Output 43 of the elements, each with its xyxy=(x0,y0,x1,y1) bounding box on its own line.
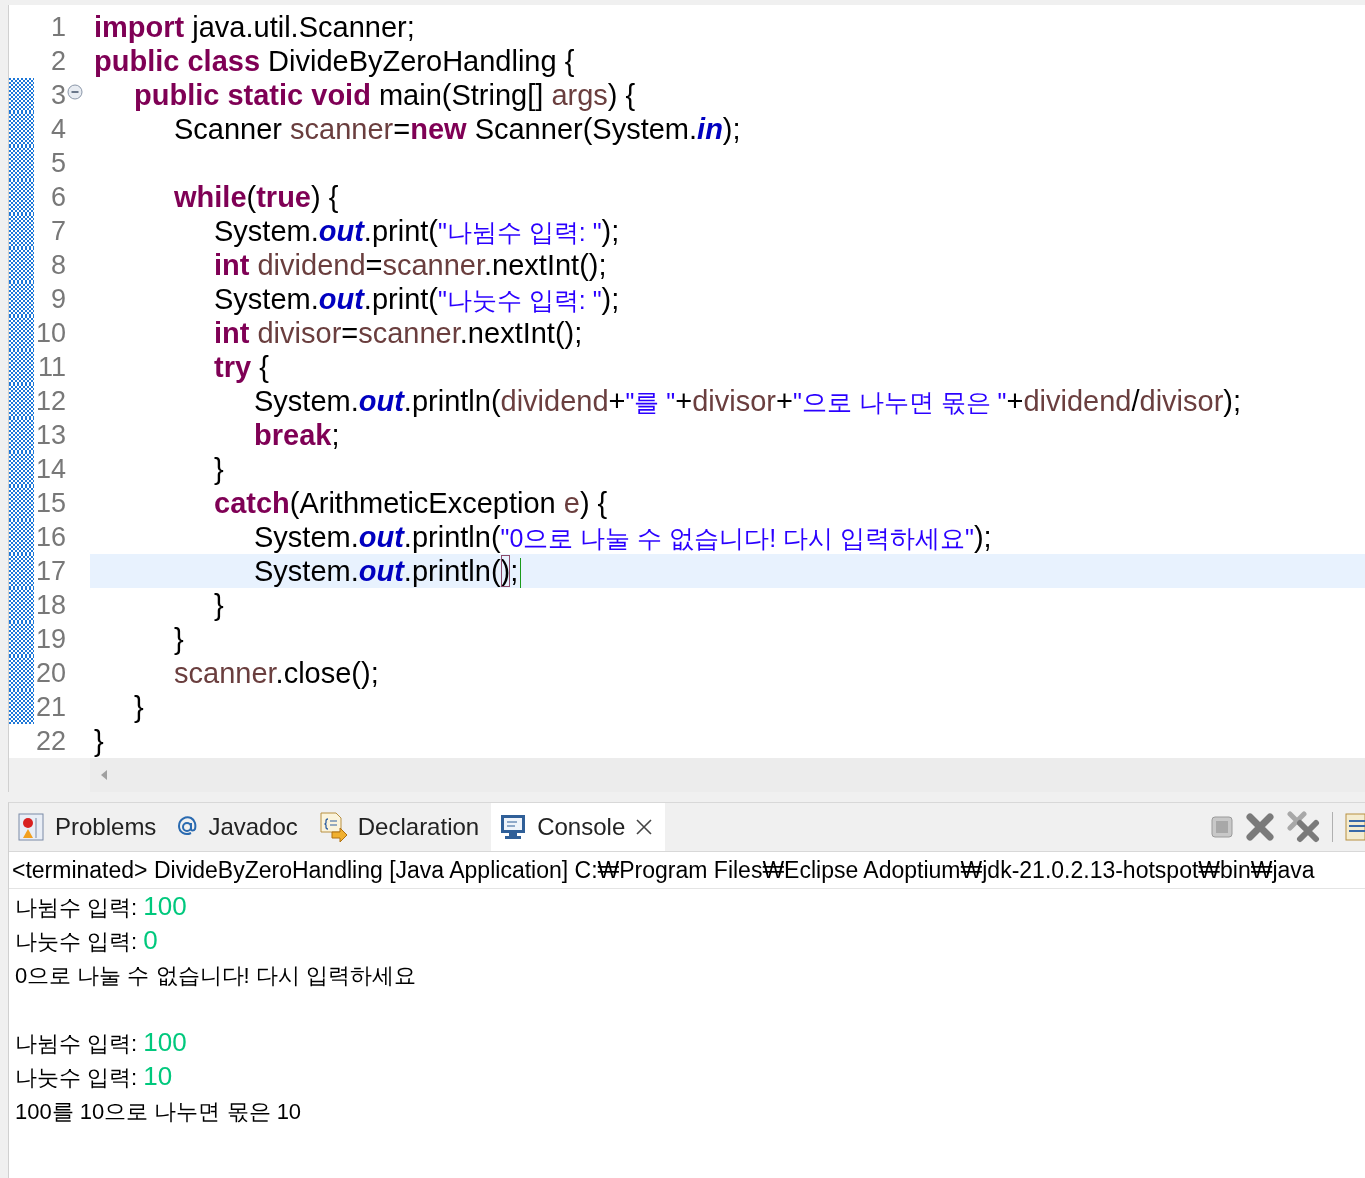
code-line: } xyxy=(213,452,224,486)
code-editor[interactable] xyxy=(8,5,1365,792)
code-line: System.out.println(dividend+"를 "+divisor+"으로 나누면 몫은 "+dividend/divisor); xyxy=(253,384,1242,418)
code-line: int divisor=scanner.nextInt(); xyxy=(213,316,583,350)
panel-tab[interactable]: Javadoc xyxy=(168,803,310,851)
code-line: } xyxy=(133,690,144,724)
console-line: 나뉨수 입력: 100 xyxy=(15,891,187,921)
code-line: Scanner scanner=new Scanner(System.in); xyxy=(173,112,741,146)
panel-tab[interactable]: Console xyxy=(491,803,666,851)
code-line: scanner.close(); xyxy=(173,656,379,690)
declaration-icon xyxy=(317,811,348,843)
scroll-left-icon[interactable] xyxy=(100,769,108,781)
code-line: System.out.println("0으로 나눌 수 없습니다! 다시 입력하세요"); xyxy=(253,520,992,554)
console-line: 나눗수 입력: 0 xyxy=(15,925,158,955)
console-line: 나뉨수 입력: 100 xyxy=(15,1027,187,1057)
panel-tab[interactable]: Declaration xyxy=(309,803,492,851)
remove-all-icon[interactable] xyxy=(1286,811,1320,843)
console-line: 나눗수 입력: 10 xyxy=(15,1061,173,1091)
monitor-icon xyxy=(499,813,528,841)
code-line: } xyxy=(94,724,104,758)
at-sign-icon xyxy=(176,816,199,838)
code-line: } xyxy=(173,622,184,656)
code-line: while(true) { xyxy=(173,180,339,214)
code-line: break; xyxy=(253,418,340,452)
code-line: try { xyxy=(213,350,269,384)
problems-icon xyxy=(17,812,45,842)
code-line: catch(ArithmeticException e) { xyxy=(213,486,608,520)
stop-icon[interactable] xyxy=(1210,815,1234,839)
code-line: System.out.print("나뉨수 입력: "); xyxy=(213,214,620,248)
code-line: } xyxy=(213,588,224,622)
console-line: 100를 10으로 나누면 몫은 10 xyxy=(15,1098,302,1125)
remove-icon[interactable] xyxy=(1246,813,1274,841)
horizontal-scrollbar[interactable] xyxy=(90,758,1365,792)
document-icon[interactable] xyxy=(1345,812,1365,842)
code-line: System.out.print("나눗수 입력: "); xyxy=(213,282,620,316)
code-line: public class DivideByZeroHandling { xyxy=(94,44,575,78)
panel-tab[interactable]: Problems xyxy=(9,803,169,851)
code-line: public static void main(String[] args) { xyxy=(133,78,636,112)
code-line: int dividend=scanner.nextInt(); xyxy=(213,248,607,282)
code-line: import java.util.Scanner; xyxy=(94,10,415,44)
close-icon[interactable] xyxy=(635,818,654,836)
collapse-icon[interactable] xyxy=(67,84,83,100)
console-line: 0으로 나눌 수 없습니다! 다시 입력하세요 xyxy=(15,962,416,989)
